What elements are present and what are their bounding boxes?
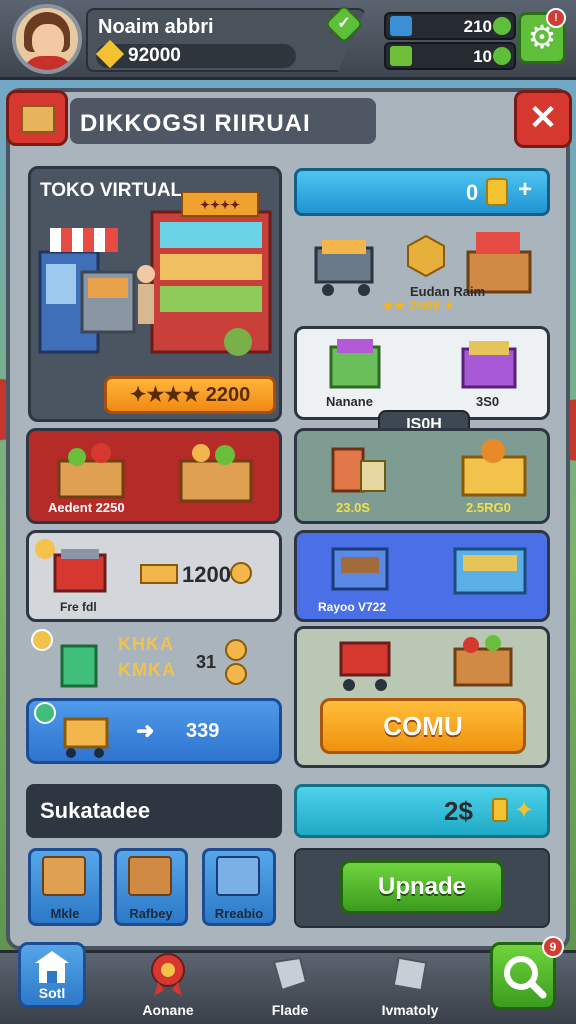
nav-item-ribbon-label: Aonane [142,1002,194,1018]
star-icon: ✦ [514,797,535,824]
grocery-bin-icon [461,341,517,389]
shopping-cart-icon [314,240,374,296]
plus-icon[interactable]: + [518,176,532,204]
coin-bar-icon [140,564,178,584]
jar-icon [331,447,386,493]
plus-icon[interactable] [493,17,511,35]
resource-cash-value: 10 [473,47,492,66]
goods-right-label: 3S0 [476,394,500,409]
currency-bar-value: 0 [466,180,479,205]
nav-item-tag-label: Flade [271,1002,309,1018]
sticker-text-2: KMKA [118,660,176,680]
sticker-value: 31 [196,652,217,672]
coin-icon [225,639,247,685]
ribbon-icon [151,953,185,996]
comu-button[interactable]: COMU [320,698,526,754]
box-icon[interactable] [6,90,68,146]
grocery-box-icon [329,339,381,389]
green-crate-icon [60,644,98,688]
player-avatar[interactable] [12,4,82,74]
machine-icon [216,856,260,896]
cart-card-value: 1200 [182,562,231,587]
section-title: Sukatadee [40,798,151,823]
currency-bar[interactable] [294,168,550,216]
nav-item-scale[interactable]: Ivmatoly [370,952,450,1022]
settings-notification-badge: ! [546,8,566,28]
shopping-cart-icon [63,717,109,758]
search-notification-badge: 9 [542,936,564,958]
fruit-crate-icon [466,232,532,294]
crate-icon [42,856,86,896]
vegetable-crate-icon [57,443,125,499]
shop-sign-text: ✦✦✦✦ [200,198,240,212]
cart-action-value: 339 [186,720,220,742]
close-icon: ✕ [528,99,558,137]
shopping-cart-icon [339,641,391,691]
gift-icon [390,16,412,36]
nav-item-tag[interactable]: Flade [250,952,330,1022]
sticker-text-1: KHKA [118,634,174,654]
player-coins: 92000 [128,45,181,66]
shop-stall-illustration: ✦✦✦✦ [38,192,272,356]
tile-pallet-label: Rafbey [129,906,173,921]
coin-icon [230,562,252,584]
resource-cash-box[interactable]: 10 [384,42,516,70]
pantry-label: Rayoo V722 [318,600,387,614]
resource-gift-value: 210 [463,17,492,36]
pallet-icon [128,856,172,896]
badge-icon [34,702,56,724]
nav-item-scale-label: Ivmatoly [381,1002,439,1018]
sun-icon [35,539,55,559]
shopping-cart-icon [53,549,107,593]
cart-card-label: Fre fdl [60,600,97,614]
hex-coin-icon [407,234,445,278]
resource-gift-box[interactable]: 210 [384,12,516,40]
fruit-crate-icon [179,444,253,503]
cash-icon [390,46,412,66]
player-name: Noaim abbri [98,16,214,38]
snack-box-icon [453,547,527,595]
player-coins-bar [96,44,296,68]
nav-home-label: Sotl [38,985,66,1001]
tile-crate-label: Mkle [50,906,80,921]
upgrade-button[interactable]: Upnade [340,860,504,914]
coin-icon [486,178,508,206]
money-bar-value: 2$ [444,796,473,826]
arrow-icon: ➜ [136,718,155,743]
money-bar[interactable] [294,784,550,838]
goods-left-label: Nanane [326,394,373,409]
header-title: DIKKOGSI RIIRUAI [80,110,311,137]
gift-basket-icon [461,439,527,497]
coin-icon [492,798,508,822]
nav-home-button[interactable]: Sotl [18,942,86,1008]
plus-icon[interactable] [493,47,511,65]
produce-label: Aedent 2250 [48,500,125,515]
supplies-card[interactable] [294,428,550,524]
featured-item-label: Eudan Raim [410,284,486,299]
featured-item-stars: ★★ 2N66 ✦ [382,298,455,313]
close-button[interactable]: ✕ [514,90,572,148]
shop-price-button[interactable]: ✦★★★ 2200 [104,376,276,414]
scale-icon [392,956,428,992]
star-badge-icon [31,629,53,651]
produce-crate-icon [453,635,513,687]
bread-tray-icon [331,547,389,591]
supplies-left-label: 23.0S [336,500,370,515]
tile-machine-label: Rreabio [214,906,264,921]
tag-icon [272,956,308,992]
nav-item-ribbon[interactable]: Aonane [128,952,208,1022]
supplies-right-label: 2.5RG0 [466,500,511,515]
